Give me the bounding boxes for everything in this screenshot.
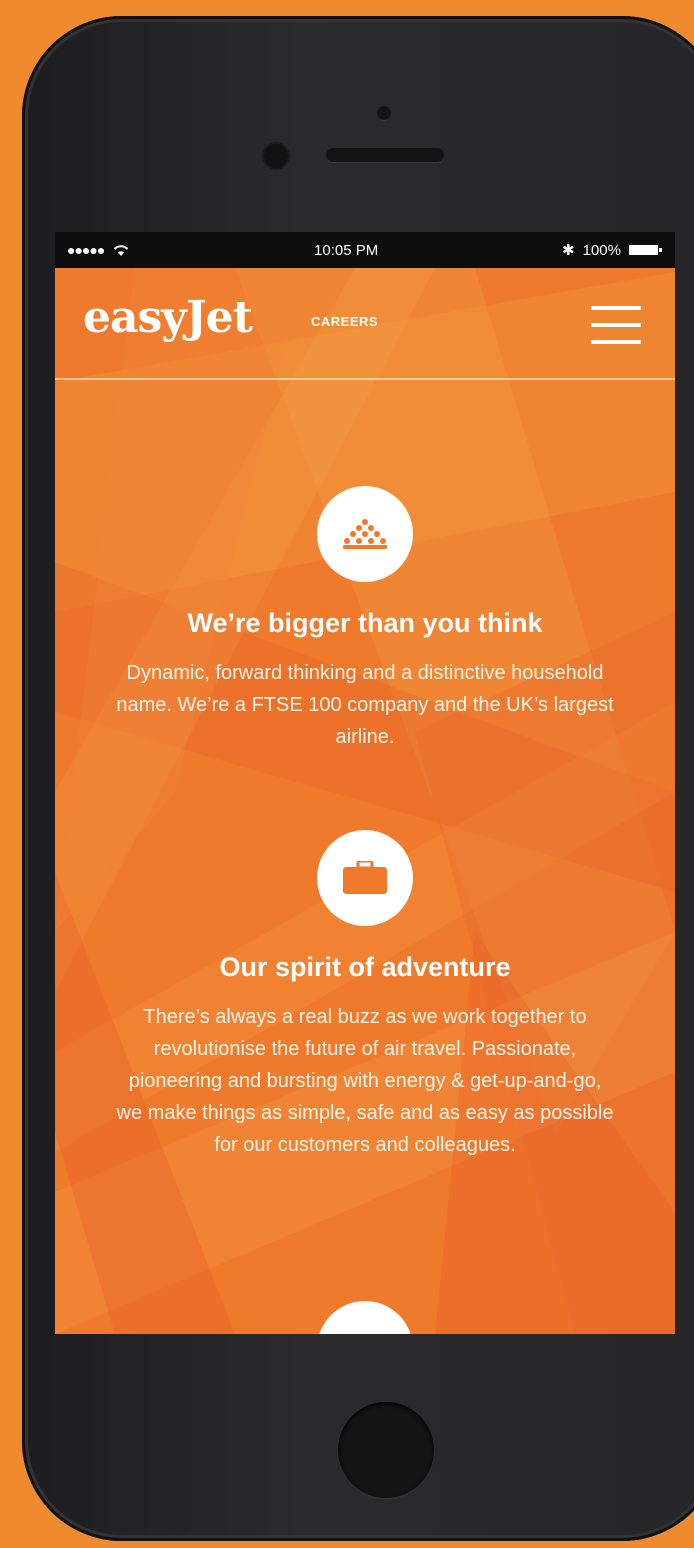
phone-screen: ●●●●● 10:05 PM ✱ 100% easyJet CAREERS We… <box>55 232 675 1334</box>
section-body: Dynamic, forward thinking and a distinct… <box>116 662 614 748</box>
bluetooth-icon: ✱ <box>562 242 575 259</box>
signal-strength-icon: ●●●●● <box>67 242 105 258</box>
easyjet-logo[interactable]: easyJet <box>83 292 253 343</box>
battery-icon <box>628 243 663 257</box>
home-button[interactable] <box>338 1402 434 1498</box>
front-camera <box>264 144 288 168</box>
section-body: There’s always a real buzz as we work to… <box>116 1006 614 1156</box>
status-time: 10:05 PM <box>314 241 379 259</box>
section-bigger: We’re bigger than you think Dynamic, for… <box>55 486 675 753</box>
battery-percentage: 100% <box>582 241 621 259</box>
section-title: Our spirit of adventure <box>219 952 511 982</box>
earpiece-speaker <box>326 148 444 162</box>
section-title: We’re bigger than you think <box>187 608 543 638</box>
site-header: easyJet CAREERS <box>55 268 675 380</box>
careers-label: CAREERS <box>311 314 379 329</box>
suitcase-icon <box>317 830 413 926</box>
hamburger-menu-icon[interactable] <box>591 306 641 344</box>
section-adventure: Our spirit of adventure There’s always a… <box>55 830 675 1161</box>
background-pattern <box>55 232 675 1334</box>
wifi-icon <box>114 245 129 256</box>
people-group-icon <box>317 486 413 582</box>
status-bar: ●●●●● 10:05 PM ✱ 100% <box>55 232 675 268</box>
front-sensor <box>377 106 391 120</box>
